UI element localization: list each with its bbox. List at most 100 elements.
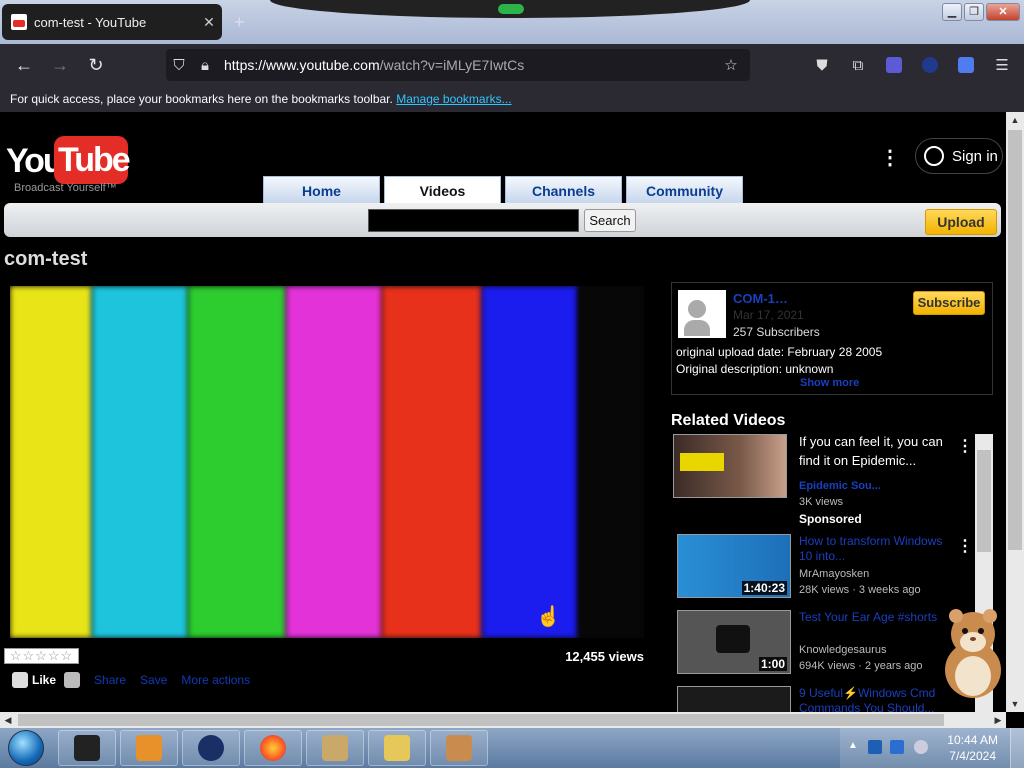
minimize-button[interactable]: ▁ [942,3,962,21]
item-menu-icon[interactable]: ⋮ [957,436,973,456]
thumbs-down-icon[interactable] [64,672,81,688]
extensions-icon[interactable]: ⧉ [844,49,872,81]
pocket-icon[interactable]: ⛊ [808,49,836,81]
more-options-icon[interactable]: ⋮ [880,145,900,170]
like-label: Like [32,673,57,687]
logo-tagline: Broadcast Yourself™ [14,182,117,194]
like-button[interactable]: Like [12,672,56,688]
sign-in-button[interactable]: Sign in [915,138,1003,174]
color-bar [188,286,286,638]
close-window-button[interactable]: ✕ [986,3,1020,21]
color-bar [92,286,188,638]
windows-orb-icon [8,730,44,766]
related-channel[interactable]: Epidemic Sou... [799,480,881,492]
mouse-cursor-icon: ☝ [536,606,561,628]
show-desktop-button[interactable] [1010,728,1024,768]
page-vertical-scrollbar[interactable]: ▲ ▼ [1006,112,1024,712]
extension-blue-icon[interactable] [916,49,944,81]
extension-google-icon[interactable] [952,49,980,81]
taskbar-app-media-player[interactable] [120,730,178,766]
subscribe-button[interactable]: Subscribe [913,291,985,315]
page-horizontal-scrollbar[interactable]: ◀ ▶ [0,712,1006,728]
new-tab-icon[interactable]: + [234,12,245,33]
folder-icon [384,735,410,761]
forward-icon[interactable]: → [42,49,78,81]
start-button[interactable] [4,728,48,768]
related-title[interactable]: How to transform Windows 10 into... [799,534,959,564]
network-icon[interactable] [890,740,904,754]
related-title[interactable]: 9 Useful⚡Windows Cmd Commands You Should… [799,686,959,712]
video-thumbnail[interactable]: 1:00 [677,610,791,674]
close-tab-icon[interactable]: ✕ [196,14,222,31]
tab-home[interactable]: Home [263,176,380,204]
search-input[interactable] [368,209,579,232]
video-thumbnail[interactable] [673,434,787,498]
related-videos-heading: Related Videos [671,412,786,429]
taskbar-app-firefox[interactable] [244,730,302,766]
taskbar-app-globe[interactable] [182,730,240,766]
browser-tab[interactable]: com-test - YouTube ✕ [2,4,222,40]
manage-bookmarks-link[interactable]: Manage bookmarks... [396,92,511,106]
related-channel[interactable]: Knowledgesaurus [799,644,886,656]
hamster-desktop-pet[interactable] [940,600,1006,700]
extension-purple-icon[interactable] [880,49,908,81]
tray-expand-icon[interactable]: ▲ [848,740,862,754]
address-bar[interactable]: ⛉ 🔒︎ https://www.youtube.com/watch?v=iML… [166,49,750,81]
show-more-link[interactable]: Show more [800,377,859,389]
menu-hamburger-icon[interactable]: ☰ [988,49,1016,81]
bookmark-star-icon[interactable]: ☆ [718,56,744,74]
browser-tab-strip: com-test - YouTube ✕ + ▁ ❐ ✕ [0,0,1024,44]
taskbar-app-box[interactable] [306,730,364,766]
subscriber-count: 257 Subscribers [733,325,820,339]
url-text[interactable]: https://www.youtube.com/watch?v=iMLyE7Iw… [218,57,718,73]
save-link[interactable]: Save [140,673,167,687]
shield-icon[interactable]: ⛉ [166,57,192,74]
related-title[interactable]: If you can feel it, you can find it on E… [799,434,959,470]
firefox-icon [260,735,286,761]
upload-date-text: original upload date: February 28 2005 [676,345,883,359]
page-scroll-thumb[interactable] [1008,130,1022,550]
channel-info-box: COM-1… Mar 17, 2021 257 Subscribers Subs… [671,282,993,395]
site-nav-tabs: Home Videos Channels Community [263,176,743,204]
scroll-up-icon[interactable]: ▲ [1006,112,1024,128]
related-channel[interactable]: MrAmayosken [799,568,869,580]
upload-button[interactable]: Upload [925,209,997,235]
hamster-icon [446,735,472,761]
channel-name-link[interactable]: COM-1… [733,291,788,306]
scroll-down-icon[interactable]: ▼ [1006,696,1024,712]
video-player[interactable]: ☝ [10,286,644,638]
rating-stars[interactable]: ☆☆☆☆☆ [4,648,79,664]
tab-community[interactable]: Community [626,176,743,204]
back-icon[interactable]: ← [6,49,42,81]
color-bar [578,286,644,638]
more-actions-link[interactable]: More actions [181,673,250,687]
youtube-logo[interactable]: You Tube Broadcast Yourself™ [4,134,131,198]
clock[interactable]: 10:44 AM 7/4/2024 [947,732,998,764]
sponsored-badge: Sponsored [799,512,862,526]
channel-avatar[interactable] [678,290,726,338]
scroll-left-icon[interactable]: ◀ [0,712,16,728]
scroll-right-icon[interactable]: ▶ [990,712,1006,728]
video-thumbnail[interactable] [677,686,791,712]
related-title[interactable]: Test Your Ear Age #shorts [799,610,959,625]
taskbar-app-hamster[interactable] [430,730,488,766]
reload-icon[interactable]: ↻ [78,49,114,81]
thumbs-up-icon [12,672,28,688]
taskbar-app-explorer[interactable] [368,730,426,766]
share-link[interactable]: Share [94,673,126,687]
taskbar-app-terminal[interactable] [58,730,116,766]
sign-in-label: Sign in [952,147,998,165]
tab-channels[interactable]: Channels [505,176,622,204]
tab-videos[interactable]: Videos [384,176,501,204]
volume-icon[interactable] [914,740,928,754]
search-button[interactable]: Search [584,209,636,232]
tray-app-icon[interactable] [868,740,882,754]
lock-icon[interactable]: 🔒︎ [192,57,218,74]
related-scroll-thumb[interactable] [977,450,991,552]
video-actions: Like Share Save More actions [12,672,250,688]
video-thumbnail[interactable]: 1:40:23 [677,534,791,598]
maximize-button[interactable]: ❐ [964,3,984,21]
clock-date: 7/4/2024 [949,749,996,763]
horizontal-scroll-thumb[interactable] [18,714,944,726]
item-menu-icon[interactable]: ⋮ [957,536,973,556]
